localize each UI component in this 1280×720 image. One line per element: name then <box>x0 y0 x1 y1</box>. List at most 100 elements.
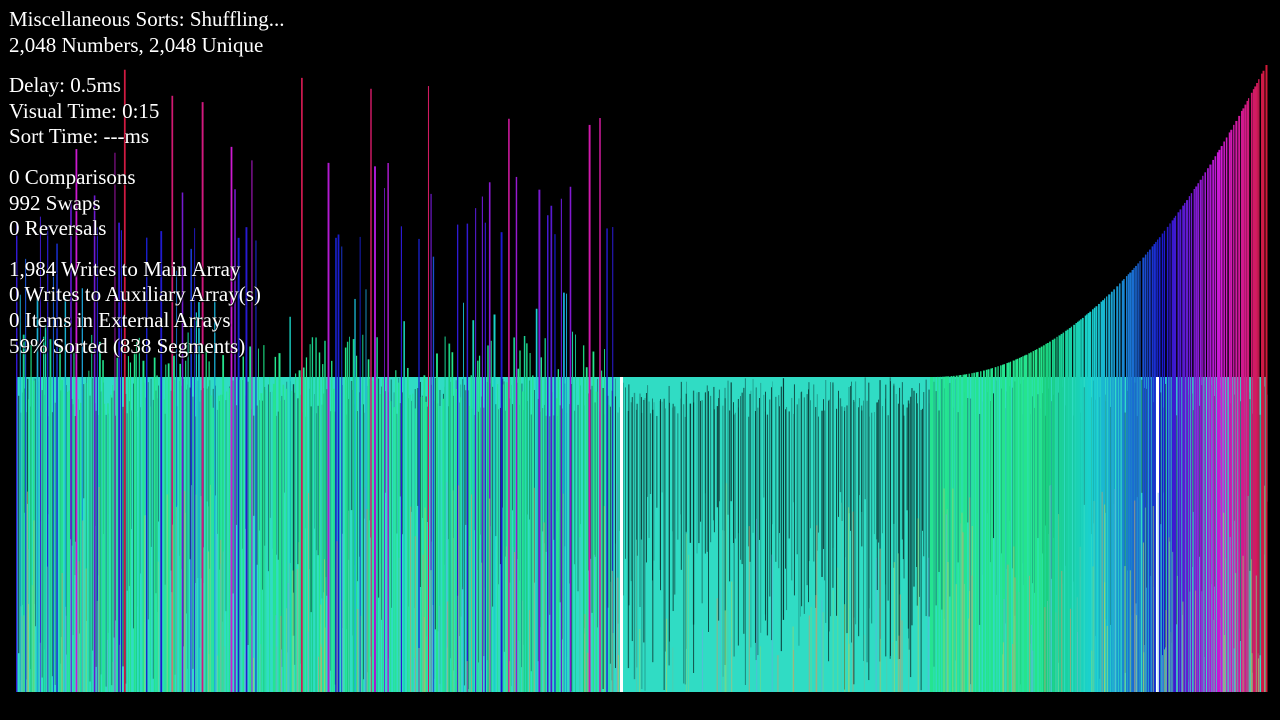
bar-separator <box>848 387 850 514</box>
array-bar <box>1165 610 1167 692</box>
bar-separator <box>683 404 685 684</box>
sort-visualizer: Miscellaneous Sorts: Shuffling... 2,048 … <box>0 0 1280 720</box>
main-writes-count: 1,984 Writes to Main Array <box>9 256 241 281</box>
array-bar <box>239 631 241 692</box>
bar-separator <box>643 399 645 643</box>
bar-separator <box>152 399 154 679</box>
array-bar <box>23 615 25 692</box>
array-bar <box>1197 183 1199 692</box>
bar-separator <box>853 401 855 685</box>
array-bar <box>218 395 220 692</box>
bar-separator <box>733 402 734 544</box>
bar-separator <box>803 397 805 614</box>
array-bar <box>1223 512 1225 692</box>
array-bar <box>777 655 779 692</box>
array-bar <box>987 369 990 692</box>
array-bar <box>432 604 434 692</box>
array-bar <box>153 357 156 692</box>
bar-separator <box>645 393 647 563</box>
array-bar <box>1089 311 1092 692</box>
bar-separator <box>647 385 649 497</box>
array-bar <box>489 498 491 692</box>
array-bar <box>477 360 479 692</box>
numbers-count: 2,048 Numbers, 2,048 Unique <box>9 32 264 57</box>
array-bar <box>1220 146 1223 692</box>
array-bar <box>407 367 409 692</box>
array-bar <box>1238 115 1241 692</box>
array-bar <box>461 586 463 692</box>
array-bar <box>315 337 317 692</box>
array-bar <box>603 506 605 692</box>
array-bar <box>1204 172 1207 692</box>
array-bar <box>302 367 305 692</box>
array-bar <box>398 557 400 692</box>
array-bar <box>1209 164 1212 692</box>
array-bar <box>149 406 151 692</box>
array-bar <box>1181 614 1183 692</box>
bar-separator <box>381 386 382 620</box>
array-bar <box>822 612 824 692</box>
array-bar <box>1000 365 1002 692</box>
stats-overlay: Miscellaneous Sorts: Shuffling... 2,048 … <box>9 7 285 359</box>
bar-separator <box>757 407 759 656</box>
bar-separator <box>935 391 937 606</box>
array-bar <box>500 232 503 692</box>
bar-separator <box>743 387 745 634</box>
bar-separator <box>863 400 864 662</box>
bar-separator <box>649 413 652 495</box>
bar-separator <box>992 393 994 539</box>
bar-separator <box>902 404 904 560</box>
array-bar <box>1056 336 1058 692</box>
array-bar <box>1069 608 1071 692</box>
array-bar <box>179 363 182 692</box>
array-bar <box>454 388 457 692</box>
array-bar <box>601 370 603 692</box>
bar-separator <box>115 415 116 621</box>
array-bar <box>748 526 750 692</box>
bar-separator <box>866 400 868 663</box>
array-bar <box>490 340 492 692</box>
bar-separator <box>95 410 97 667</box>
array-bar <box>1044 607 1046 692</box>
bar-separator <box>813 384 815 562</box>
array-bar <box>1002 642 1004 692</box>
array-bar <box>908 638 910 692</box>
bar-separator <box>693 402 695 673</box>
array-bar <box>311 337 314 692</box>
array-bar <box>1176 575 1178 692</box>
array-bar <box>610 581 612 692</box>
array-bar <box>840 502 842 692</box>
array-bar <box>585 367 588 692</box>
array-bar <box>293 592 295 692</box>
array-bar <box>43 336 45 692</box>
bar-separator <box>685 393 687 532</box>
array-bar <box>337 234 340 692</box>
array-bar <box>1119 283 1121 692</box>
array-bar <box>1174 215 1177 692</box>
array-bar <box>20 606 22 692</box>
bar-separator <box>901 382 903 540</box>
array-bar <box>901 620 903 692</box>
array-bar <box>1202 175 1204 692</box>
array-bar <box>636 539 637 692</box>
array-bar <box>318 352 321 692</box>
array-bar <box>156 375 158 692</box>
bar-separator <box>674 406 676 595</box>
array-bar <box>523 335 526 692</box>
bar-separator <box>839 398 842 493</box>
array-bar <box>1036 349 1038 692</box>
bar-separator <box>713 409 715 533</box>
bar-separator <box>708 391 709 632</box>
array-bar <box>522 600 524 692</box>
array-bar <box>991 368 993 692</box>
bar-separator <box>967 398 969 523</box>
array-bar <box>1049 485 1051 692</box>
bar-separator <box>105 414 107 687</box>
bar-separator <box>399 403 401 497</box>
array-bar <box>249 346 252 692</box>
bar-separator <box>267 384 269 572</box>
bar-separator <box>483 407 485 657</box>
array-bar <box>28 604 30 692</box>
array-bar <box>60 637 62 692</box>
bar-separator <box>750 390 752 648</box>
